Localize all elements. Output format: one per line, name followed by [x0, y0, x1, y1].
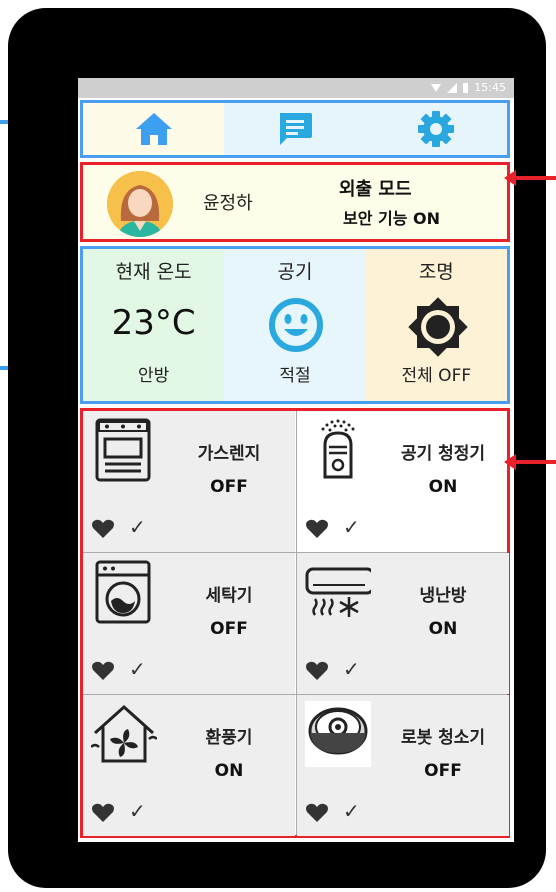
check-icon[interactable]: ✓ [343, 657, 360, 681]
temperature-value: 23°C [111, 303, 196, 343]
heart-icon[interactable] [91, 803, 115, 823]
heart-icon[interactable] [91, 519, 115, 539]
brightness-icon [407, 297, 468, 357]
clock: 15:45 [474, 81, 506, 94]
device-name: 세탁기 [205, 586, 253, 606]
profile-panel: 윤정하 외출 모드 보안 기능 ON [80, 162, 510, 242]
grid-divider-horizontal [83, 694, 507, 695]
gear-icon [418, 111, 455, 147]
signal-icon [447, 82, 458, 93]
app-screen: 15:45 윤정하 외출 모드 보안 기능 ON 현재 온도 23°C 안방 공… [78, 78, 514, 842]
lighting-card[interactable]: 조명 전체 OFF [365, 249, 507, 401]
device-card-robot-vacuum[interactable]: 로봇 청소기 OFF ✓ [297, 695, 509, 836]
heart-icon[interactable] [91, 661, 115, 681]
device-name: 환풍기 [205, 728, 253, 748]
mode-label[interactable]: 외출 모드 [339, 175, 412, 201]
device-state[interactable]: OFF [383, 761, 503, 781]
phone-frame: 15:45 윤정하 외출 모드 보안 기능 ON 현재 온도 23°C 안방 공… [8, 8, 546, 888]
annotation-arrow-profile [504, 170, 556, 186]
device-grid: 가스렌지 OFF ✓ 공기 청정기 ON ✓ 세탁기 OFF ✓ 냉난방 ON … [80, 408, 510, 838]
heart-icon[interactable] [305, 803, 329, 823]
heart-icon[interactable] [305, 519, 329, 539]
nav-messages[interactable] [224, 103, 366, 155]
lighting-label: 조명 [418, 261, 454, 283]
device-card-ventilator[interactable]: 환풍기 ON ✓ [83, 695, 295, 836]
grid-divider-horizontal [83, 552, 507, 553]
air-quality-card[interactable]: 공기 적절 [224, 249, 366, 401]
wifi-icon [431, 83, 442, 92]
temperature-room: 안방 [138, 366, 170, 386]
air-label: 공기 [277, 261, 313, 283]
device-name: 냉난방 [419, 586, 467, 606]
status-bar: 15:45 [78, 78, 514, 98]
check-icon[interactable]: ✓ [343, 799, 360, 823]
message-icon [279, 113, 312, 145]
device-state[interactable]: ON [383, 477, 503, 497]
check-icon[interactable]: ✓ [129, 515, 146, 539]
ventilator-icon [91, 704, 157, 763]
temperature-card[interactable]: 현재 온도 23°C 안방 [83, 249, 225, 401]
nav-home[interactable] [83, 103, 225, 155]
device-state[interactable]: ON [169, 761, 289, 781]
device-name: 가스렌지 [197, 444, 261, 464]
device-state[interactable]: ON [383, 619, 503, 639]
grid-divider-vertical [296, 411, 297, 835]
heart-icon[interactable] [305, 661, 329, 681]
stove-icon [95, 418, 151, 482]
washing-machine-icon [95, 560, 151, 624]
device-card-air-conditioner[interactable]: 냉난방 ON ✓ [297, 553, 509, 694]
battery-icon [463, 82, 469, 93]
check-icon[interactable]: ✓ [129, 657, 146, 681]
security-status: 보안 기능 ON [343, 209, 441, 228]
device-state[interactable]: OFF [169, 619, 289, 639]
smiley-icon [269, 298, 324, 352]
device-card-air-purifier[interactable]: 공기 청정기 ON ✓ [297, 411, 509, 552]
user-name: 윤정하 [203, 193, 253, 214]
device-name: 로봇 청소기 [400, 728, 486, 748]
air-value: 적절 [279, 366, 311, 386]
avatar[interactable] [107, 171, 173, 237]
device-state[interactable]: OFF [169, 477, 289, 497]
robot-vacuum-icon [305, 701, 371, 767]
device-card-gas-stove[interactable]: 가스렌지 OFF ✓ [83, 411, 295, 552]
device-name: 공기 청정기 [400, 444, 486, 464]
home-icon [135, 113, 172, 145]
top-navigation [80, 100, 510, 158]
temperature-label: 현재 온도 [115, 261, 192, 283]
environment-status: 현재 온도 23°C 안방 공기 적절 조명 전체 OFF [80, 246, 510, 404]
check-icon[interactable]: ✓ [129, 799, 146, 823]
lighting-value: 전체 OFF [401, 366, 472, 386]
nav-settings[interactable] [365, 103, 507, 155]
air-conditioner-icon [305, 567, 371, 617]
device-card-washing-machine[interactable]: 세탁기 OFF ✓ [83, 553, 295, 694]
air-purifier-icon [321, 419, 355, 479]
annotation-arrow-devices [504, 454, 556, 470]
check-icon[interactable]: ✓ [343, 515, 360, 539]
